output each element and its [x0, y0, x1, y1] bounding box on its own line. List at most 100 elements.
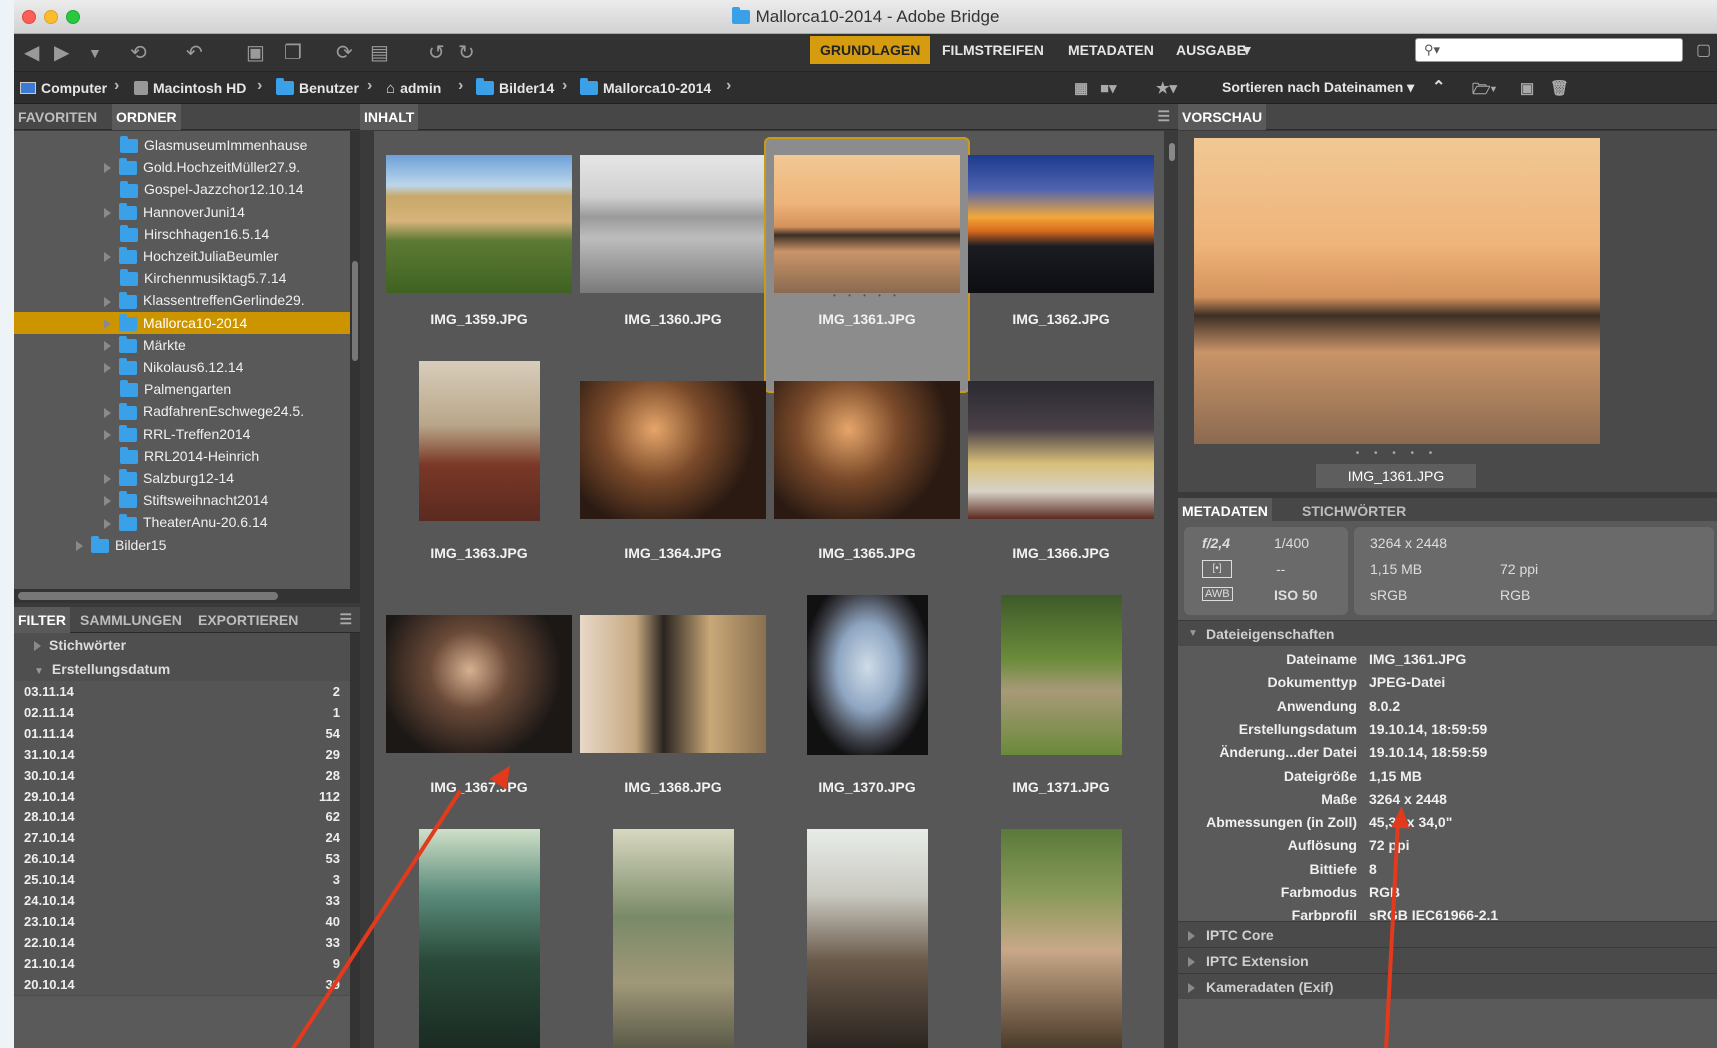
quality-toggle-icon[interactable]: ▦ [1074, 79, 1088, 97]
folder-item[interactable]: RRL2014-Heinrich [14, 445, 350, 467]
folder-item[interactable]: Palmengarten [14, 378, 350, 400]
filter-date-row[interactable]: 02.11.14 1 [14, 701, 350, 724]
folder-item[interactable]: Hirschhagen16.5.14 [14, 223, 350, 245]
expand-triangle-icon[interactable] [104, 207, 111, 218]
folder-item[interactable]: Stiftsweihnacht2014 [14, 489, 350, 511]
close-window-button[interactable] [22, 10, 36, 24]
filter-date-row[interactable]: 23.10.14 40 [14, 910, 350, 933]
rating-dots[interactable]: • • • • • [1194, 448, 1600, 459]
section-file-properties[interactable]: ▼ Dateieigenschaften [1178, 620, 1717, 646]
folder-item[interactable]: Märkte [14, 334, 350, 356]
expand-triangle-icon[interactable] [104, 252, 111, 263]
filter-date-row[interactable]: 03.11.14 2 [14, 681, 350, 703]
filter-date-row[interactable]: 27.10.14 24 [14, 827, 350, 850]
expand-triangle-icon[interactable] [104, 341, 111, 352]
content-scrollbar[interactable] [1166, 131, 1178, 1048]
tab-sammlungen[interactable]: SAMMLUNGEN [76, 607, 186, 633]
metadata-section[interactable]: IPTC Extension [1178, 947, 1717, 973]
folder-item[interactable]: KlassentreffenGerlinde29. [14, 289, 350, 311]
folder-item[interactable]: RRL-Treffen2014 [14, 423, 350, 445]
filter-date-row[interactable]: 28.10.14 62 [14, 806, 350, 829]
return-to-app-icon[interactable]: ↶ [186, 42, 203, 64]
filter-date-row[interactable]: 22.10.14 33 [14, 931, 350, 954]
folder-item[interactable]: HannoverJuni14 [14, 201, 350, 223]
expand-triangle-icon[interactable] [104, 363, 111, 374]
folder-item[interactable]: RadfahrenEschwege24.5. [14, 400, 350, 422]
filter-date-row[interactable]: 20.10.1439 [14, 973, 350, 996]
folder-tree-scrollbar[interactable] [350, 131, 360, 589]
workspace-metadaten[interactable]: METADATEN [1058, 36, 1164, 64]
expand-triangle-icon[interactable] [104, 496, 111, 507]
view-options-icon[interactable]: ■▾ [1100, 79, 1117, 97]
rotate-left-icon[interactable]: ↺ [428, 42, 445, 64]
breadcrumb-mallorca[interactable]: Mallorca10-2014 [580, 78, 711, 97]
panel-menu-icon[interactable]: ☰ [1157, 108, 1170, 125]
breadcrumb-benutzer[interactable]: Benutzer [276, 78, 359, 97]
rotate-right-icon[interactable]: ↻ [458, 42, 475, 64]
sort-ascending-icon[interactable]: ⌃ [1432, 77, 1445, 97]
rotate-sync-icon[interactable]: ⟳ [336, 42, 353, 64]
tab-inhalt[interactable]: INHALT [360, 104, 419, 130]
minimize-window-button[interactable] [44, 10, 58, 24]
filter-date-row[interactable]: 25.10.14 3 [14, 869, 350, 892]
sort-dropdown[interactable]: Sortieren nach Dateinamen ▾ [1222, 79, 1414, 96]
expand-triangle-icon[interactable] [104, 407, 111, 418]
folder-item[interactable]: Nikolaus6.12.14 [14, 356, 350, 378]
folder-item[interactable]: TheaterAnu-20.6.14 [14, 511, 350, 533]
filter-date-row[interactable]: 26.10.14 53 [14, 848, 350, 871]
folder-item[interactable]: HochzeitJuliaBeumler [14, 245, 350, 267]
expand-triangle-icon[interactable] [104, 518, 111, 529]
back-arrow-icon[interactable]: ◀ [24, 42, 39, 64]
filter-date-row[interactable]: 24.10.14 33 [14, 890, 350, 912]
workspace-filmstreifen[interactable]: FILMSTREIFEN [932, 36, 1054, 64]
new-folder-icon[interactable]: ▣ [1520, 79, 1534, 97]
metadata-section[interactable]: Kameradaten (Exif) [1178, 973, 1717, 999]
tab-vorschau[interactable]: VORSCHAU [1178, 104, 1267, 130]
folder-item[interactable]: GlasmuseumImmenhause [14, 134, 350, 156]
refine-icon[interactable]: ❐ [284, 42, 302, 64]
filter-date-row[interactable]: 01.11.14 54 [14, 722, 350, 745]
filter-scrollbar[interactable] [350, 633, 360, 1048]
folder-item[interactable]: Kirchenmusiktag5.7.14 [14, 267, 350, 289]
breadcrumb-macintosh-hd[interactable]: Macintosh HD [134, 79, 246, 97]
metadata-section[interactable]: IPTC Core [1178, 921, 1717, 947]
folder-item[interactable]: Bilder15 [14, 534, 350, 556]
filter-date-row[interactable]: 31.10.14 29 [14, 743, 350, 766]
panel-menu-icon[interactable]: ☰ [339, 611, 352, 628]
open-recent-icon[interactable]: ▤ [370, 42, 389, 64]
zoom-window-button[interactable] [66, 10, 80, 24]
folder-item[interactable]: Salzburg12-14 [14, 467, 350, 489]
breadcrumb-computer[interactable]: Computer [20, 79, 107, 97]
preview-image[interactable] [1194, 138, 1600, 444]
tab-favoriten[interactable]: FAVORITEN [14, 104, 101, 130]
tab-exportieren[interactable]: EXPORTIEREN [194, 607, 302, 633]
workspace-grundlagen[interactable]: GRUNDLAGEN [810, 36, 931, 64]
expand-triangle-icon[interactable] [104, 429, 111, 440]
expand-triangle-icon[interactable] [104, 474, 111, 485]
folder-item[interactable]: Gold.HochzeitMüller27.9. [14, 156, 350, 178]
go-parent-icon[interactable]: ⟲ [130, 42, 147, 64]
breadcrumb-admin[interactable]: ⌂ admin [386, 79, 441, 97]
filter-date-row[interactable]: 21.10.14 9 [14, 952, 350, 975]
camera-import-icon[interactable]: ▣ [246, 42, 265, 64]
compact-mode-icon[interactable]: ▢ [1696, 40, 1711, 60]
breadcrumb-bilder14[interactable]: Bilder14 [476, 78, 554, 97]
filter-date-row[interactable]: 30.10.14 28 [14, 764, 350, 787]
workspace-menu-chevron-icon[interactable]: ▼ [1240, 42, 1254, 58]
rating-dots[interactable]: • • • • • [764, 291, 970, 300]
expand-triangle-icon[interactable] [104, 163, 111, 174]
filter-date-row[interactable]: 29.10.14 112 [14, 785, 350, 808]
filter-section-date[interactable]: ▼ Erstellungsdatum [14, 657, 350, 681]
tab-filter[interactable]: FILTER [14, 607, 70, 633]
folder-item[interactable]: Mallorca10-2014 [14, 311, 350, 334]
open-folder-icon[interactable]: 🗁▾ [1472, 79, 1496, 104]
expand-triangle-icon[interactable] [76, 540, 83, 551]
filter-section-keywords[interactable]: Stichwörter [14, 633, 350, 657]
expand-triangle-icon[interactable] [104, 318, 111, 329]
expand-triangle-icon[interactable] [104, 296, 111, 307]
folder-tree-hscrollbar[interactable] [14, 589, 360, 603]
trash-icon[interactable]: 🗑 [1550, 79, 1569, 97]
folder-item[interactable]: Gospel-Jazzchor12.10.14 [14, 178, 350, 200]
search-input[interactable]: ⚲▾ [1415, 38, 1683, 62]
history-dropdown-icon[interactable]: ▼ [88, 42, 102, 64]
